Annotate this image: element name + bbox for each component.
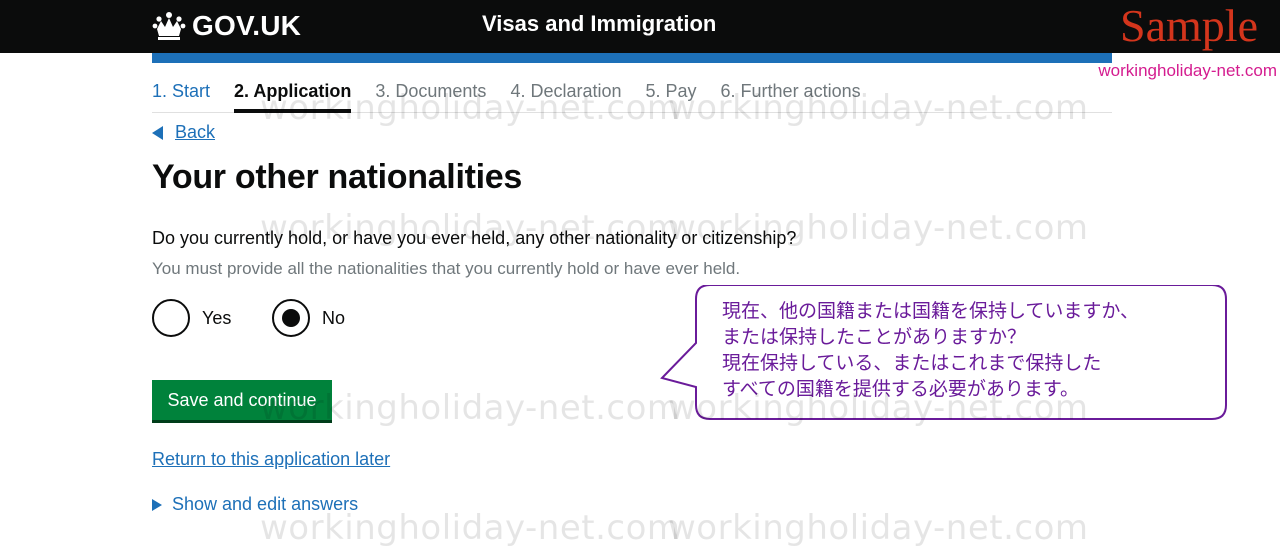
radio-yes[interactable]: Yes [152, 299, 231, 337]
step-application: 2. Application [234, 80, 352, 113]
step-start[interactable]: 1. Start [152, 80, 210, 112]
govuk-logo-link[interactable]: GOV.UK [152, 8, 301, 44]
radio-yes-circle[interactable] [152, 299, 190, 337]
page-title: Your other nationalities [152, 158, 522, 196]
show-edit-answers-toggle[interactable]: Show and edit answers [152, 494, 358, 515]
radio-no-circle[interactable] [272, 299, 310, 337]
back-link[interactable]: Back [152, 122, 215, 143]
radio-no-label[interactable]: No [322, 308, 345, 329]
show-edit-answers-label: Show and edit answers [172, 494, 359, 514]
step-pay: 5. Pay [645, 81, 697, 101]
question-text: Do you currently hold, or have you ever … [152, 228, 797, 248]
sample-site-url: workingholiday-net.com [1098, 61, 1277, 80]
crown-icon [152, 12, 186, 40]
header-accent-bar [152, 53, 1112, 63]
service-name[interactable]: Visas and Immigration [482, 11, 716, 37]
save-and-continue-button[interactable]: Save and continue [152, 380, 332, 420]
step-further-actions: 6. Further actions [720, 81, 861, 101]
radio-no[interactable]: No [272, 299, 345, 337]
sample-watermark: Sample [1120, 0, 1258, 51]
return-later-link[interactable]: Return to this application later [152, 449, 390, 470]
back-arrow-icon [152, 125, 163, 140]
step-declaration: 4. Declaration [510, 81, 622, 101]
radio-yes-label[interactable]: Yes [202, 308, 231, 329]
disclosure-triangle-icon [152, 498, 162, 511]
back-link-label: Back [175, 122, 216, 142]
callout-translation-text: 現在、他の国籍または国籍を保持していますか、 または保持したことがありますか？ … [722, 300, 1140, 400]
watermark-text: workingholiday-net.com [668, 508, 1089, 548]
step-documents: 3. Documents [375, 81, 487, 101]
progress-steps: 1. Start 2. Application 3. Documents 4. … [152, 80, 1112, 113]
hint-text: You must provide all the nationalities t… [152, 259, 741, 278]
govuk-logo-text: GOV.UK [192, 10, 302, 41]
gov-header: GOV.UK Visas and Immigration [0, 0, 1280, 53]
